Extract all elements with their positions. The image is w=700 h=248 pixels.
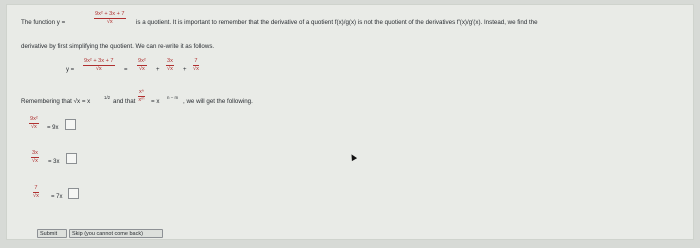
- row3-rhs: = 7x: [51, 194, 63, 200]
- row2-exponent-input[interactable]: [66, 153, 77, 164]
- row3-exponent-input[interactable]: [68, 188, 79, 199]
- row1-rhs-text: = 9x: [47, 125, 59, 131]
- eq-f2-denominator: √x: [138, 66, 145, 72]
- eq-f3-denominator: √x: [167, 66, 173, 72]
- remember-text-a: Remembering that √x = x: [21, 98, 91, 105]
- remember-fraction-numerator: xⁿ: [139, 89, 144, 95]
- intro-suffix: is a quotient. It is important to rememb…: [136, 19, 538, 26]
- remember-text-b: and that: [113, 98, 136, 105]
- row3-fraction: 7 √x: [33, 185, 39, 200]
- eq-f2-numerator: 9x²: [138, 58, 146, 64]
- question-card: The function y = 9x² + 3x + 7 √x is a qu…: [6, 4, 694, 240]
- eq-plus-1: +: [156, 67, 160, 73]
- remember-fraction-denominator: xᵐ: [138, 97, 145, 103]
- row3-numerator: 7: [34, 185, 38, 191]
- row1-numerator: 9x²: [30, 116, 38, 122]
- eq-fraction-term3: 7 √x: [193, 58, 199, 73]
- eq-f4-denominator: √x: [193, 66, 199, 72]
- eq-plus-2: +: [183, 67, 187, 73]
- eq-fraction-term1: 9x² √x: [137, 58, 147, 73]
- row2-rhs-text: = 3x: [48, 159, 60, 165]
- row2-rhs: = 3x: [48, 159, 60, 165]
- eq-f4-numerator: 7: [194, 58, 198, 64]
- intro-fraction-numerator: 9x² + 3x + 7: [95, 11, 125, 17]
- eq-lhs: y =: [66, 67, 75, 73]
- row1-rhs: = 9x: [47, 125, 59, 131]
- eq-f1-numerator: 9x² + 3x + 7: [84, 58, 114, 64]
- remember-text-c: = x: [151, 98, 160, 105]
- row3-denominator: √x: [33, 193, 39, 199]
- eq-fraction-term2: 3x √x: [166, 58, 174, 73]
- instruction-line: derivative by first simplifying the quot…: [21, 43, 215, 50]
- skip-button[interactable]: Skip (you cannot come back): [69, 229, 163, 238]
- eq-f1-denominator: √x: [95, 66, 102, 72]
- row3-rhs-text: = 7x: [51, 194, 63, 200]
- row2-denominator: √x: [32, 158, 38, 164]
- eq-f3-numerator: 3x: [167, 58, 173, 64]
- remember-exponent-c: n − m: [167, 95, 179, 100]
- eq-fraction-whole: 9x² + 3x + 7 √x: [83, 58, 115, 73]
- remember-exponent-a: 1/2: [104, 95, 111, 100]
- row2-fraction: 3x √x: [31, 150, 39, 165]
- row1-fraction: 9x² √x: [29, 116, 39, 131]
- remember-fraction: xⁿ xᵐ: [138, 89, 145, 104]
- row1-exponent-input[interactable]: [65, 119, 76, 130]
- eq-equals: =: [124, 67, 128, 73]
- intro-fraction: 9x² + 3x + 7 √x: [94, 11, 126, 26]
- row1-denominator: √x: [30, 124, 37, 130]
- submit-button[interactable]: Submit: [37, 229, 67, 238]
- intro-prefix: The function y =: [21, 19, 66, 26]
- row2-numerator: 3x: [32, 150, 38, 156]
- remember-text-d: , we will get the following.: [183, 98, 253, 105]
- intro-fraction-denominator: √x: [106, 19, 113, 25]
